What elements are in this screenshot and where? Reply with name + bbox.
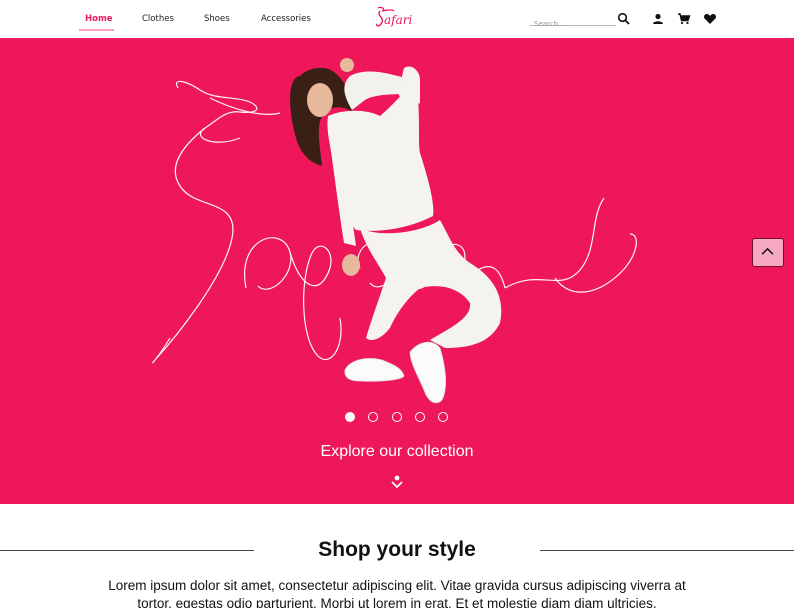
search-input[interactable] [530,17,616,31]
cart-icon[interactable] [677,12,691,26]
carousel-dot-3[interactable] [392,412,402,422]
search-box [530,11,616,31]
nav-clothes[interactable]: Clothes [142,14,174,24]
svg-text:afari: afari [384,13,412,27]
carousel-dots [345,412,451,424]
divider-right [540,550,794,551]
nav-home[interactable]: Home [85,14,113,24]
chevron-up-icon [761,247,774,255]
model-photo [290,58,502,404]
carousel-dot-5[interactable] [438,412,448,422]
search-icon[interactable] [617,12,631,26]
hero-banner: Explore our collection [0,38,794,504]
hero-illustration [152,58,637,404]
carousel-dot-4[interactable] [415,412,425,422]
heart-icon[interactable] [703,12,717,26]
carousel-dot-2[interactable] [368,412,378,422]
nav-shoes[interactable]: Shoes [204,14,230,24]
section-description: Lorem ipsum dolor sit amet, consectetur … [108,578,686,608]
chevron-down-icon[interactable] [389,474,405,490]
explore-collection-link[interactable]: Explore our collection [0,443,794,461]
nav-active-underline [79,29,114,31]
scroll-to-top-button[interactable] [752,238,784,267]
carousel-dot-1[interactable] [345,412,355,422]
navbar: Home Clothes Shoes Accessories afari [0,0,794,38]
nav-accessories[interactable]: Accessories [261,14,311,24]
user-icon[interactable] [651,12,665,26]
brand-logo[interactable]: afari [372,4,420,32]
